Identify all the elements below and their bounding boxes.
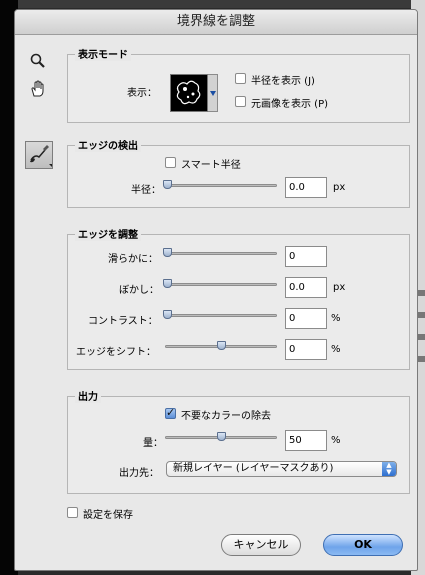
window-title: 境界線を調整 xyxy=(15,10,417,35)
radius-input[interactable]: 0.0 xyxy=(285,177,327,198)
refine-radius-brush-icon[interactable] xyxy=(25,141,53,169)
decontaminate-label: 不要なカラーの除去 xyxy=(181,411,271,422)
contrast-unit: % xyxy=(331,313,341,324)
select-arrows-icon: ▲ ▼ xyxy=(382,462,396,476)
contrast-slider-track[interactable] xyxy=(165,314,277,317)
feather-unit: px xyxy=(333,282,346,293)
feather-label: ぼかし： xyxy=(119,285,159,296)
ok-button[interactable]: OK xyxy=(323,534,403,556)
zoom-icon[interactable] xyxy=(29,52,49,72)
smooth-slider-track[interactable] xyxy=(165,252,277,255)
display-label: 表示： xyxy=(127,88,157,99)
refine-edge-dialog: 境界線を調整 表示モード 表示： 半径を表示 (J) 元画像を表示 (P) エッ… xyxy=(14,9,418,571)
remember-settings-label: 設定を保存 xyxy=(83,510,133,521)
edge-detection-group xyxy=(67,145,410,208)
radius-slider-thumb[interactable] xyxy=(163,180,172,189)
shift-edge-input[interactable]: 0 xyxy=(285,339,327,360)
amount-label: 量： xyxy=(143,438,163,449)
feather-slider-thumb[interactable] xyxy=(163,279,172,288)
background-top xyxy=(0,0,425,8)
amount-input[interactable]: 50 xyxy=(285,430,327,451)
amount-unit: % xyxy=(331,435,341,446)
smooth-slider-thumb[interactable] xyxy=(163,248,172,257)
contrast-label: コントラスト： xyxy=(88,316,158,327)
show-original-label: 元画像を表示 (P) xyxy=(251,99,329,110)
smooth-input[interactable]: 0 xyxy=(285,246,327,267)
contrast-slider-thumb[interactable] xyxy=(163,310,172,319)
radius-unit: px xyxy=(333,182,346,193)
output-to-select[interactable]: 新規レイヤー (レイヤーマスクあり) ▲ ▼ xyxy=(166,461,397,477)
smooth-label: 滑らかに： xyxy=(108,254,158,265)
cancel-button[interactable]: キャンセル xyxy=(221,534,301,556)
show-original-checkbox[interactable] xyxy=(235,96,246,107)
smart-radius-checkbox[interactable] xyxy=(165,157,176,168)
show-radius-label: 半径を表示 (J) xyxy=(251,76,315,87)
radius-slider-track[interactable] xyxy=(165,184,277,187)
smart-radius-label: スマート半径 xyxy=(181,160,241,171)
amount-slider-thumb[interactable] xyxy=(217,432,226,441)
feather-slider-track[interactable] xyxy=(165,283,277,286)
contrast-input[interactable]: 0 xyxy=(285,308,327,329)
show-radius-checkbox[interactable] xyxy=(235,73,246,84)
view-mode-title: 表示モード xyxy=(75,46,131,61)
view-mode-group xyxy=(67,54,410,123)
edge-detection-title: エッジの検出 xyxy=(75,137,141,152)
hand-icon[interactable] xyxy=(29,80,49,100)
adjust-edge-title: エッジを調整 xyxy=(75,226,141,241)
output-title: 出力 xyxy=(75,388,101,403)
feather-input[interactable]: 0.0 xyxy=(285,277,327,298)
view-mode-dropdown-arrow[interactable] xyxy=(208,74,218,112)
shift-edge-slider-thumb[interactable] xyxy=(217,341,226,350)
view-mode-thumbnail[interactable] xyxy=(170,74,208,112)
radius-label: 半径： xyxy=(131,185,161,196)
output-to-value: 新規レイヤー (レイヤーマスクあり) xyxy=(173,463,334,474)
shift-edge-unit: % xyxy=(331,344,341,355)
output-to-label: 出力先： xyxy=(119,468,159,479)
remember-settings-checkbox[interactable] xyxy=(67,507,78,518)
decontaminate-checkbox[interactable] xyxy=(165,406,176,419)
shift-edge-label: エッジをシフト： xyxy=(76,347,156,358)
